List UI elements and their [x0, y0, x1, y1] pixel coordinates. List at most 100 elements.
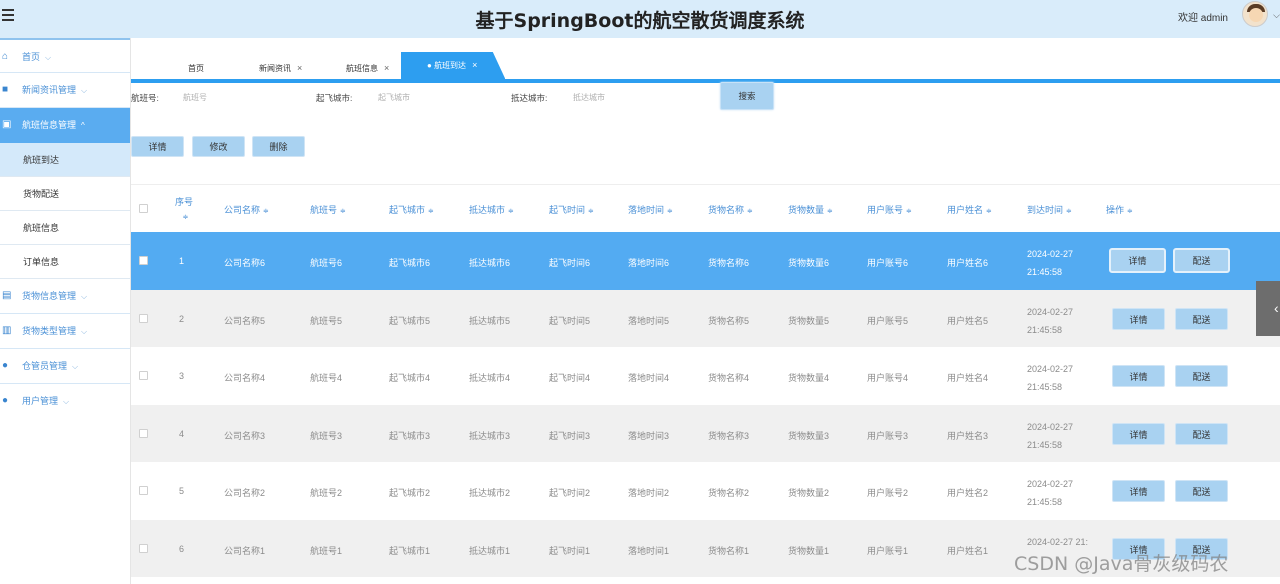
- select-all-checkbox[interactable]: [139, 204, 148, 213]
- table-row[interactable]: 2 公司名称5 航班号5 起飞城市5 抵达城市5 起飞时间5 落地时间5 货物名称5 货物数量5…: [131, 289, 1280, 347]
- depart-city-label: 起飞城市:: [316, 93, 353, 103]
- column-header[interactable]: 公司名称 ≑: [224, 203, 269, 216]
- row-checkbox[interactable]: [139, 371, 148, 380]
- table-cell: 货物名称3: [708, 430, 750, 441]
- sidebar-subitem-cargo-delivery[interactable]: 货物配送: [0, 177, 130, 211]
- chevron-up-icon: ^: [81, 121, 85, 130]
- search-bar: 航班号: 起飞城市: 抵达城市: 搜索: [131, 82, 1280, 110]
- welcome-text: 欢迎 admin: [1177, 13, 1228, 24]
- avatar[interactable]: [1242, 1, 1268, 27]
- chevron-down-icon: ⌵: [81, 86, 88, 95]
- top-header: 基于SpringBoot的航空散货调度系统 欢迎 admin ⌵: [0, 0, 1280, 38]
- table-row[interactable]: 5 公司名称2 航班号2 起飞城市2 抵达城市2 起飞时间2 落地时间2 货物名称2 货物数量2…: [131, 462, 1280, 520]
- sidebar-item-news[interactable]: ■ 新闻资讯管理 ⌵: [0, 73, 130, 108]
- row-detail-button[interactable]: 详情: [1109, 248, 1166, 273]
- column-header[interactable]: 用户姓名 ≑: [947, 203, 992, 216]
- row-checkbox[interactable]: [139, 313, 148, 323]
- column-header[interactable]: 货物名称 ≑: [708, 203, 753, 216]
- sidebar-item-flight[interactable]: ▣ 航班信息管理 ^: [0, 108, 130, 143]
- table-cell: 1: [179, 256, 185, 266]
- column-header[interactable]: 操作 ≑: [1106, 203, 1133, 216]
- table-cell: 抵达城市4: [469, 373, 511, 383]
- arrive-city-input[interactable]: [573, 89, 683, 105]
- sidebar-item-users[interactable]: ● 用户管理 ⌵: [0, 384, 130, 419]
- user-icon: ●: [2, 395, 9, 406]
- search-button[interactable]: 搜索: [720, 82, 774, 110]
- sort-icon: ≑: [906, 208, 912, 215]
- table-cell: 起飞城市5: [389, 315, 431, 326]
- column-header[interactable]: 序号 ≑: [174, 195, 194, 225]
- sidebar-subitem-flight-arrival[interactable]: 航班到达: [0, 143, 130, 177]
- sidebar-item-home[interactable]: ⌂ 首页 ⌵: [0, 38, 130, 73]
- row-checkbox[interactable]: [139, 428, 148, 438]
- row-deliver-button[interactable]: 配送: [1175, 422, 1228, 445]
- sidebar-item-staff[interactable]: ● 仓管员管理 ⌵: [0, 349, 130, 384]
- chevron-down-icon[interactable]: ⌵: [1273, 10, 1280, 21]
- row-detail-button[interactable]: 详情: [1112, 480, 1165, 502]
- table-cell: 货物数量3: [788, 430, 830, 441]
- row-checkbox[interactable]: [139, 543, 148, 553]
- table-cell: 起飞城市4: [389, 373, 431, 383]
- sidebar-subitem-order-info[interactable]: 订单信息: [0, 245, 130, 279]
- table-cell: 航班号4: [310, 373, 343, 383]
- row-checkbox[interactable]: [139, 256, 148, 265]
- flight-no-input[interactable]: [183, 89, 293, 105]
- close-icon[interactable]: ×: [472, 60, 477, 70]
- table-row[interactable]: 1 公司名称6 航班号6 起飞城市6 抵达城市6 起飞时间6 落地时间6 货物名称6 货物数量6…: [131, 232, 1280, 290]
- sidebar-item-cargo[interactable]: ▤ 货物信息管理 ⌵: [0, 279, 130, 314]
- table-cell: 用户姓名6: [947, 258, 989, 268]
- column-header[interactable]: 用户账号 ≑: [867, 203, 912, 216]
- sort-icon: ≑: [827, 208, 833, 215]
- row-detail-button[interactable]: 详情: [1112, 307, 1165, 330]
- tab-home[interactable]: 首页: [188, 58, 204, 79]
- row-detail-button[interactable]: 详情: [1112, 365, 1165, 387]
- depart-city-input[interactable]: [378, 89, 488, 105]
- detail-button[interactable]: 详情: [131, 136, 184, 157]
- chevron-left-icon: ‹: [1274, 300, 1279, 316]
- tab-flight-arrival[interactable]: ● 航班到达 ×: [401, 52, 506, 79]
- table-cell: 起飞时间1: [549, 545, 591, 556]
- delete-button[interactable]: 删除: [252, 136, 305, 157]
- watermark-text: CSDN @Java骨灰级码农: [1014, 553, 1229, 575]
- row-deliver-button[interactable]: 配送: [1175, 365, 1228, 387]
- tab-flight-info[interactable]: 航班信息 ×: [346, 58, 389, 79]
- table-cell: 货物名称4: [708, 373, 750, 383]
- table-cell: 起飞城市6: [389, 258, 431, 268]
- row-detail-button[interactable]: 详情: [1112, 422, 1165, 445]
- sidebar-item-cargo-type[interactable]: ▥ 货物类型管理 ⌵: [0, 314, 130, 349]
- table-cell: 4: [179, 428, 185, 439]
- table-row[interactable]: 4 公司名称3 航班号3 起飞城市3 抵达城市3 起飞时间3 落地时间3 货物名称3 货物数量3…: [131, 404, 1280, 462]
- table-cell: 落地时间5: [628, 315, 670, 326]
- sort-icon: ≑: [986, 208, 992, 215]
- table-body: 1 公司名称6 航班号6 起飞城市6 抵达城市6 起飞时间6 落地时间6 货物名称6 货物数量6…: [131, 232, 1280, 577]
- table-row[interactable]: 3 公司名称4 航班号4 起飞城市4 抵达城市4 起飞时间4 落地时间4 货物名称4 货物数量4…: [131, 347, 1280, 405]
- table-cell: 用户账号2: [867, 488, 909, 498]
- data-table: 序号 ≑ 公司名称 ≑ 航班号 ≑ 起飞城市 ≑ 抵达城市 ≑ 起飞时间 ≑ 落地时间 ≑ 货…: [131, 184, 1280, 577]
- table-cell: 5: [179, 486, 185, 496]
- sidebar-subitem-flight-info[interactable]: 航班信息: [0, 211, 130, 245]
- column-header[interactable]: 起飞城市 ≑: [389, 203, 434, 216]
- table-cell: 抵达城市2: [469, 488, 511, 498]
- tab-news[interactable]: 新闻资讯 ×: [259, 58, 302, 79]
- row-deliver-button[interactable]: 配送: [1173, 248, 1230, 273]
- column-header[interactable]: 抵达城市 ≑: [469, 203, 514, 216]
- table-cell: 货物数量4: [788, 373, 830, 383]
- table-cell: 用户姓名2: [947, 488, 989, 498]
- row-checkbox[interactable]: [139, 486, 148, 495]
- row-deliver-button[interactable]: 配送: [1175, 480, 1228, 502]
- close-icon[interactable]: ×: [384, 63, 389, 73]
- row-deliver-button[interactable]: 配送: [1175, 307, 1228, 330]
- type-icon: ▥: [2, 325, 12, 336]
- column-header[interactable]: 落地时间 ≑: [628, 203, 673, 216]
- close-icon[interactable]: ×: [297, 63, 302, 73]
- table-cell: 落地时间3: [628, 430, 670, 441]
- collapse-panel-tab[interactable]: ‹: [1256, 281, 1280, 336]
- column-header[interactable]: 航班号 ≑: [310, 203, 346, 216]
- table-cell: 公司名称4: [224, 373, 266, 383]
- sort-icon: ≑: [428, 208, 434, 215]
- column-header[interactable]: 到达时间 ≑: [1027, 203, 1072, 216]
- edit-button[interactable]: 修改: [192, 136, 245, 157]
- column-header[interactable]: 货物数量 ≑: [788, 203, 833, 216]
- table-cell: 用户账号3: [867, 430, 909, 441]
- column-header[interactable]: 起飞时间 ≑: [549, 203, 594, 216]
